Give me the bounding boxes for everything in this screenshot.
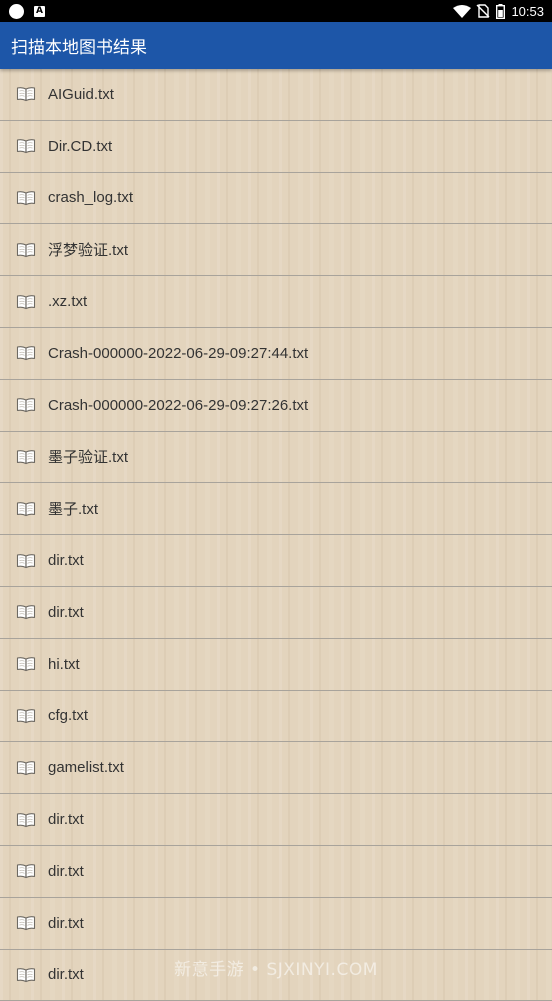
file-name: 墨子.txt [48, 501, 99, 519]
file-name: dir.txt [48, 862, 84, 880]
book-icon [16, 242, 36, 257]
book-icon [16, 139, 36, 154]
file-item-9[interactable]: dir.txt [0, 535, 552, 587]
file-name: cfg.txt [48, 707, 89, 725]
file-name: AIGuid.txt [48, 85, 114, 103]
file-name: .xz.txt [48, 293, 88, 311]
book-icon [16, 968, 36, 982]
book-icon [16, 501, 36, 516]
status-bar-right: 10:53 [453, 3, 544, 19]
book-icon [16, 398, 36, 413]
book-icon [16, 346, 36, 361]
file-item-13[interactable]: gamelist.txt [0, 742, 552, 795]
status-time: 10:53 [511, 3, 544, 19]
book-icon [16, 657, 36, 672]
file-name: Crash-000000-2022-06-29-09:27:44.txt [48, 344, 309, 362]
file-item-6[interactable]: Crash-000000-2022-06-29-09:27:26.txt [0, 380, 552, 432]
file-item-12[interactable]: cfg.txt [0, 691, 552, 743]
no-sim-icon [476, 4, 490, 18]
file-name: Dir.CD.txt [48, 137, 113, 155]
file-item-4[interactable]: .xz.txt [0, 276, 552, 328]
file-item-17[interactable]: dir.txt [0, 950, 552, 1001]
file-item-3[interactable]: 浮梦验证.txt [0, 224, 552, 277]
app-bar: 扫描本地图书结果 [0, 22, 552, 69]
file-item-5[interactable]: Crash-000000-2022-06-29-09:27:44.txt [0, 328, 552, 380]
book-icon [16, 450, 36, 465]
file-name: dir.txt [48, 966, 84, 984]
file-name: gamelist.txt [48, 759, 124, 777]
file-name: dir.txt [48, 914, 84, 932]
file-item-7[interactable]: 墨子验证.txt [0, 432, 552, 484]
book-icon [16, 812, 36, 827]
notification-dot-icon [9, 3, 24, 19]
file-name: Crash-000000-2022-06-29-09:27:26.txt [48, 396, 309, 414]
book-icon [16, 916, 36, 931]
file-item-16[interactable]: dir.txt [0, 898, 552, 950]
book-icon [16, 294, 36, 309]
book-icon [16, 709, 36, 724]
file-name: dir.txt [48, 811, 84, 829]
file-item-2[interactable]: crash_log.txt [0, 173, 552, 225]
file-item-8[interactable]: 墨子.txt [0, 483, 552, 536]
book-icon [16, 605, 36, 620]
file-name: crash_log.txt [48, 189, 134, 207]
book-icon [16, 864, 36, 879]
page-title: 扫描本地图书结果 [11, 38, 147, 58]
wifi-icon [453, 4, 472, 18]
file-list: AIGuid.txt Dir.CD.txt crash_log.txt 浮梦验证… [0, 69, 552, 1001]
book-icon [16, 191, 36, 206]
file-item-14[interactable]: dir.txt [0, 794, 552, 846]
file-name: dir.txt [48, 552, 84, 570]
file-name: hi.txt [48, 655, 80, 673]
file-name: 浮梦验证.txt [48, 242, 129, 260]
status-bar: A 10:53 [0, 0, 552, 22]
book-icon [16, 87, 36, 102]
app-a-icon: A [34, 5, 45, 17]
file-item-11[interactable]: hi.txt [0, 639, 552, 691]
file-item-1[interactable]: Dir.CD.txt [0, 121, 552, 173]
file-item-0[interactable]: AIGuid.txt [0, 69, 552, 121]
book-icon [16, 553, 36, 568]
book-icon [16, 760, 36, 775]
status-bar-left: A [9, 3, 45, 19]
file-item-15[interactable]: dir.txt [0, 846, 552, 898]
file-item-10[interactable]: dir.txt [0, 587, 552, 639]
battery-icon [496, 3, 506, 19]
file-name: 墨子验证.txt [48, 449, 129, 467]
file-name: dir.txt [48, 603, 84, 621]
